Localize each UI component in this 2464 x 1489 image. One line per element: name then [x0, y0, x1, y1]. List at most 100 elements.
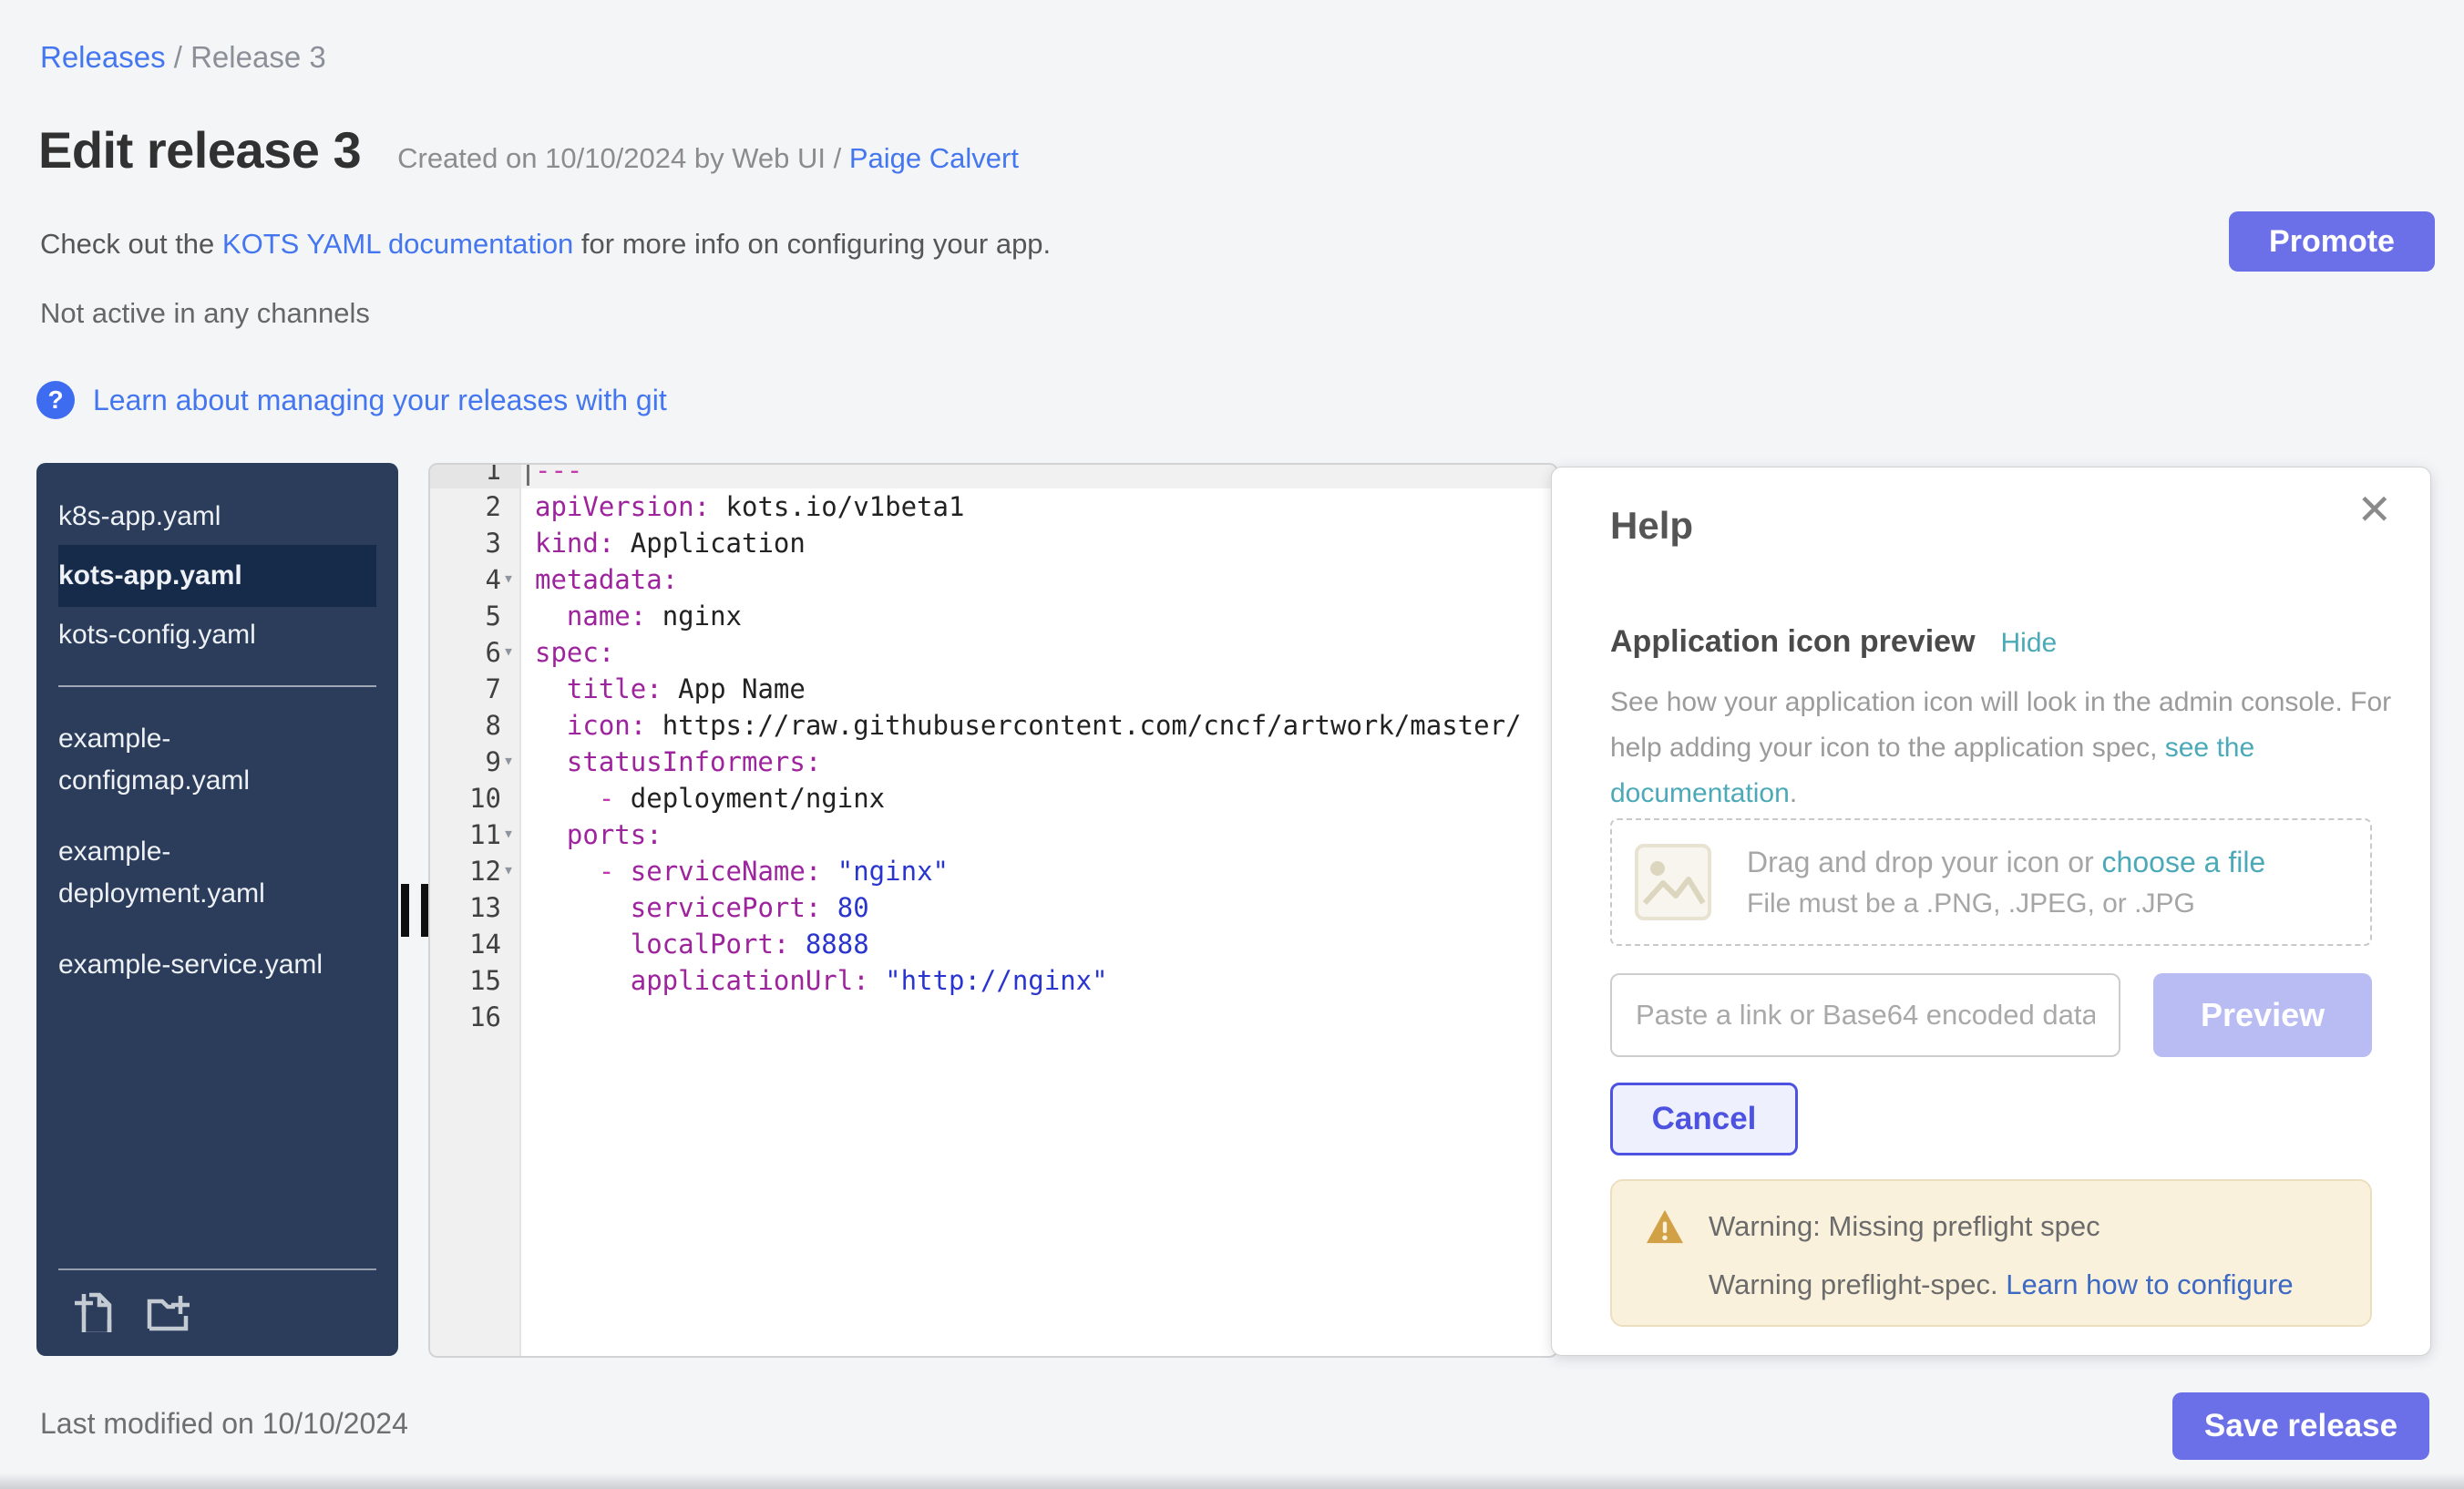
line-number: 15 — [430, 962, 501, 999]
file-item-example-deployment.yaml[interactable]: example-deployment.yaml — [58, 831, 332, 915]
code-token: name: — [567, 601, 646, 632]
fold-arrow-icon[interactable]: ▾ — [503, 815, 514, 851]
close-icon[interactable]: ✕ — [2351, 488, 2397, 531]
workspace: k8s-app.yamlkots-app.yamlkots-config.yam… — [0, 463, 2464, 1358]
cancel-button[interactable]: Cancel — [1610, 1083, 1798, 1155]
new-file-button[interactable] — [69, 1289, 113, 1332]
last-modified-label: Last modified on 10/10/2024 — [40, 1407, 408, 1441]
code-token: --- — [535, 463, 582, 486]
code-line-16[interactable]: 16 — [430, 999, 1556, 1035]
line-number: 7 — [430, 671, 501, 707]
code-line-14[interactable]: 14 localPort: 8888 — [430, 926, 1556, 962]
new-folder-icon — [142, 1289, 190, 1332]
file-item-kots-config.yaml[interactable]: kots-config.yaml — [58, 607, 376, 663]
code-token — [614, 856, 630, 887]
yaml-editor[interactable]: 1---2apiVersion: kots.io/v1beta13kind: A… — [428, 463, 1558, 1358]
code-line-7[interactable]: 7 title: App Name — [430, 671, 1556, 707]
icon-url-row: Preview — [1610, 973, 2372, 1057]
code-line-12[interactable]: 12▾ - serviceName: "nginx" — [430, 853, 1556, 889]
line-number: 9 — [430, 744, 501, 780]
dropzone-hint: File must be a .PNG, .JPEG, or .JPG — [1747, 888, 2265, 919]
file-item-example-service.yaml[interactable]: example-service.yaml — [58, 944, 332, 986]
save-release-button[interactable]: Save release — [2172, 1392, 2429, 1460]
file-sidebar: k8s-app.yamlkots-app.yamlkots-config.yam… — [36, 463, 398, 1356]
image-placeholder-icon — [1634, 843, 1712, 921]
line-number: 3 — [430, 525, 501, 561]
promote-button[interactable]: Promote — [2229, 211, 2435, 272]
code-token — [535, 892, 631, 923]
breadcrumb-current: Release 3 — [190, 40, 326, 74]
kots-yaml-doc-link[interactable]: KOTS YAML documentation — [222, 228, 573, 260]
code-line-1[interactable]: 1 --- — [430, 463, 1556, 488]
code-line-6[interactable]: 6▾ spec: — [430, 634, 1556, 671]
author-link[interactable]: Paige Calvert — [849, 142, 1019, 174]
code-token: servicePort: — [631, 892, 822, 923]
code-token: kind: — [535, 528, 614, 559]
breadcrumb-separator: / — [166, 40, 191, 74]
new-folder-button[interactable] — [142, 1289, 190, 1332]
dropzone-texts: Drag and drop your icon or choose a file… — [1747, 846, 2265, 919]
intro-line: Check out the KOTS YAML documentation fo… — [40, 228, 1051, 261]
git-releases-link[interactable]: Learn about managing your releases with … — [93, 384, 667, 417]
description-text: See how your application icon will look … — [1610, 687, 2391, 763]
line-number: 1 — [430, 463, 501, 488]
code-token: https://raw.githubusercontent.com/cncf/a… — [646, 710, 1521, 741]
fold-arrow-icon[interactable]: ▾ — [503, 560, 514, 596]
code-token: spec: — [535, 637, 614, 668]
code-line-3[interactable]: 3kind: Application — [430, 525, 1556, 561]
code-line-10[interactable]: 10 - deployment/nginx — [430, 780, 1556, 816]
code-line-13[interactable]: 13 servicePort: 80 — [430, 889, 1556, 926]
created-meta: Created on 10/10/2024 by Web UI / Paige … — [397, 142, 1019, 175]
preview-button[interactable]: Preview — [2153, 973, 2372, 1057]
code-token: ports: — [567, 819, 662, 850]
text-cursor — [527, 463, 529, 486]
code-token — [535, 819, 567, 850]
code-line-15[interactable]: 15 applicationUrl: "http://nginx" — [430, 962, 1556, 999]
breadcrumb-releases-link[interactable]: Releases — [40, 40, 166, 74]
line-number: 12 — [430, 853, 501, 889]
code-token — [535, 856, 599, 887]
code-token: applicationUrl: — [631, 965, 869, 996]
line-number: 6 — [430, 634, 501, 671]
icon-url-input[interactable] — [1610, 973, 2120, 1057]
fold-arrow-icon[interactable]: ▾ — [503, 632, 514, 669]
code-lines: 1---2apiVersion: kots.io/v1beta13kind: A… — [430, 463, 1556, 1035]
breadcrumb: Releases / Release 3 — [40, 40, 326, 75]
file-item-kots-app.yaml[interactable]: kots-app.yaml — [58, 545, 376, 607]
icon-preview-section-head: Application icon preview Hide — [1610, 624, 2372, 660]
code-token: nginx — [646, 601, 742, 632]
intro-text-before: Check out the — [40, 228, 222, 260]
code-line-9[interactable]: 9▾ statusInformers: — [430, 744, 1556, 780]
code-token — [535, 965, 631, 996]
icon-dropzone[interactable]: Drag and drop your icon or choose a file… — [1610, 818, 2372, 946]
code-token: apiVersion: — [535, 491, 710, 522]
bottom-scroll-shadow — [0, 1473, 2464, 1489]
fold-arrow-icon[interactable]: ▾ — [503, 851, 514, 888]
warning-configure-link[interactable]: Learn how to configure — [2006, 1268, 2293, 1300]
fold-arrow-icon[interactable]: ▾ — [503, 742, 514, 778]
warning-body-text: Warning preflight-spec. — [1709, 1268, 2006, 1300]
new-file-icon — [69, 1289, 113, 1332]
file-item-k8s-app.yaml[interactable]: k8s-app.yaml — [58, 488, 376, 545]
code-line-2[interactable]: 2 apiVersion: kots.io/v1beta1 — [430, 488, 1556, 525]
choose-file-link[interactable]: choose a file — [2102, 846, 2266, 878]
code-token: - — [599, 856, 614, 887]
hide-link[interactable]: Hide — [2001, 628, 2058, 659]
help-panel: ✕ Help Application icon preview Hide See… — [1551, 467, 2431, 1356]
pane-resize-handle-left[interactable] — [401, 884, 429, 937]
code-token — [535, 673, 567, 704]
question-icon: ? — [36, 381, 75, 419]
file-item-example-configmap.yaml[interactable]: example-configmap.yaml — [58, 718, 332, 802]
code-token: kots.io/v1beta1 — [710, 491, 964, 522]
icon-preview-heading: Application icon preview — [1610, 624, 1976, 660]
help-panel-title: Help — [1610, 504, 2372, 548]
code-line-4[interactable]: 4▾metadata: — [430, 561, 1556, 598]
code-line-8[interactable]: 8 icon: https://raw.githubusercontent.co… — [430, 707, 1556, 744]
description-period: . — [1790, 778, 1797, 808]
git-help-banner[interactable]: ? Learn about managing your releases wit… — [36, 381, 667, 419]
code-token — [535, 601, 567, 632]
code-token: title: — [567, 673, 662, 704]
line-number: 2 — [430, 488, 501, 525]
code-line-5[interactable]: 5 name: nginx — [430, 598, 1556, 634]
code-line-11[interactable]: 11▾ ports: — [430, 816, 1556, 853]
